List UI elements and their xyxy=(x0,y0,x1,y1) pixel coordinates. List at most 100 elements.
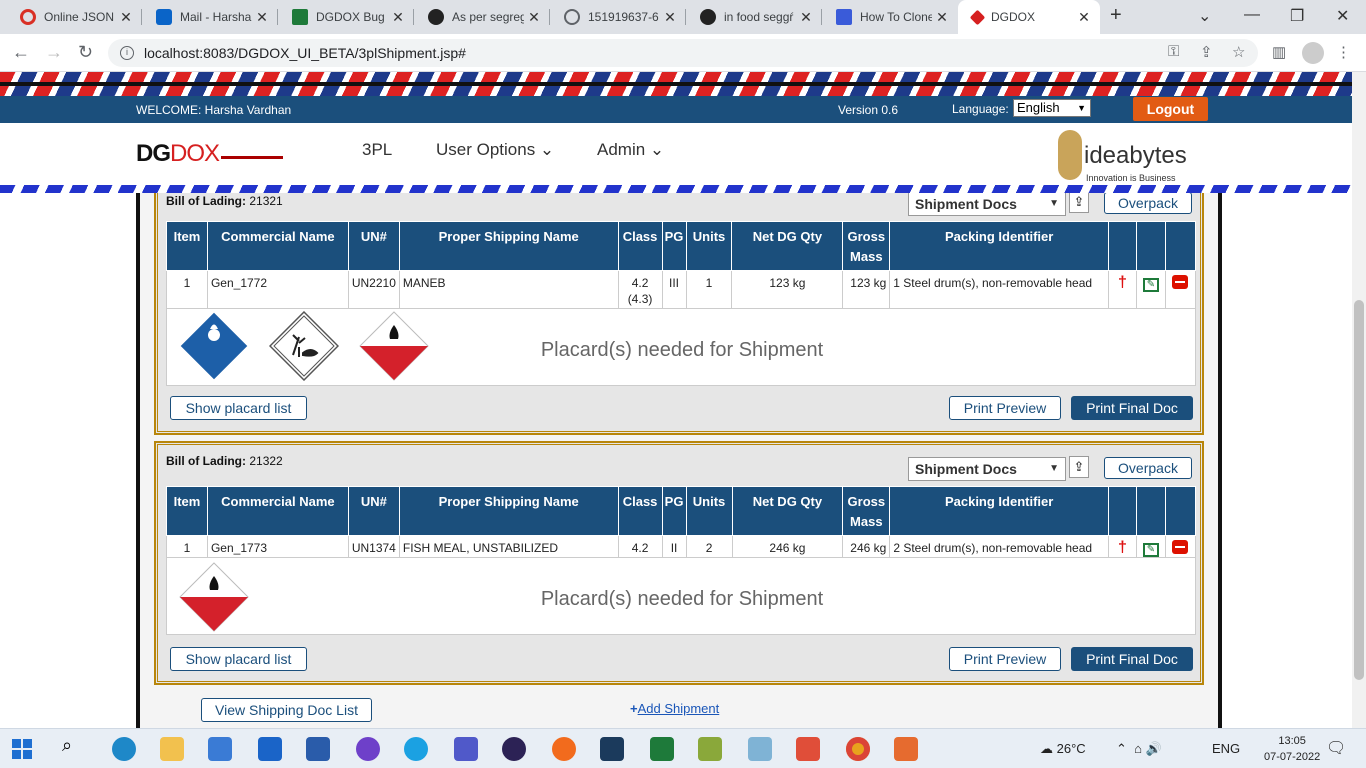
close-icon[interactable]: ✕ xyxy=(252,9,272,26)
sql-server-icon[interactable] xyxy=(600,737,624,761)
tray-icons[interactable]: ⌃ ⌂ 🔊 xyxy=(1116,741,1162,757)
logout-button[interactable]: Logout xyxy=(1133,97,1208,121)
network-icon[interactable]: ⌂ xyxy=(1134,741,1142,756)
forward-icon[interactable]: → xyxy=(45,42,63,63)
dgdox-logo[interactable]: DGDOX xyxy=(136,140,284,168)
git-icon[interactable] xyxy=(796,737,820,761)
chevron-up-icon[interactable]: ⌃ xyxy=(1116,741,1127,756)
upload-icon[interactable]: ⇪ xyxy=(1069,193,1089,213)
browser-tab[interactable]: How To Clone ✕ xyxy=(822,0,958,34)
minimize-icon[interactable]: — xyxy=(1244,6,1260,24)
edge-icon[interactable] xyxy=(112,737,136,761)
word-icon[interactable] xyxy=(306,737,330,761)
col-net-dg-qty: Net DG Qty xyxy=(731,486,844,536)
tab-title: As per segreg xyxy=(452,10,524,24)
close-icon[interactable]: ✕ xyxy=(796,9,816,26)
delete-icon[interactable] xyxy=(1172,540,1189,554)
col-item: Item xyxy=(166,221,208,271)
new-tab-icon[interactable]: + xyxy=(1110,4,1122,27)
browser-tab[interactable]: As per segreg ✕ xyxy=(414,0,550,34)
excel-icon[interactable] xyxy=(650,737,674,761)
menu-user-options[interactable]: User Options ⌄ xyxy=(436,140,554,160)
sidebar-icon[interactable]: ▥ xyxy=(1272,43,1286,61)
close-icon[interactable]: ✕ xyxy=(660,9,680,26)
col-action xyxy=(1135,486,1166,536)
close-window-icon[interactable]: ✕ xyxy=(1336,6,1349,26)
col-gross-mass: Gross Mass xyxy=(842,221,891,271)
reload-icon[interactable]: ↻ xyxy=(78,42,93,63)
restore-icon[interactable]: ❐ xyxy=(1290,6,1304,26)
cell-packing-identifier: 1 Steel drum(s), non-removable head xyxy=(889,270,1109,312)
scrollbar-thumb[interactable] xyxy=(1354,300,1364,680)
share-icon[interactable]: ⇪ xyxy=(1200,43,1213,61)
weather-widget[interactable]: ☁ 26°C xyxy=(1040,741,1086,757)
dagger-icon[interactable]: † xyxy=(1118,539,1127,556)
search-icon[interactable]: ⌕ xyxy=(62,735,86,759)
table-header: Item Commercial Name UN# Proper Shipping… xyxy=(166,486,1197,536)
close-icon[interactable]: ✕ xyxy=(932,9,952,26)
postman-icon[interactable] xyxy=(552,737,576,761)
teams-icon[interactable] xyxy=(454,737,478,761)
key-icon[interactable]: ⚿ xyxy=(1168,43,1179,60)
edit-icon[interactable]: ✎ xyxy=(1142,278,1159,292)
print-final-doc-button[interactable]: Print Final Doc xyxy=(1071,396,1193,420)
browser-tab[interactable]: DGDOX Bug ’ ✕ xyxy=(278,0,414,34)
menu-icon[interactable]: ⋮ xyxy=(1336,43,1351,61)
upload-icon[interactable]: ⇪ xyxy=(1069,456,1089,478)
dagger-icon[interactable]: † xyxy=(1118,274,1127,291)
close-icon[interactable]: ✕ xyxy=(116,9,136,26)
shipment-docs-select[interactable]: Shipment Docs ▼ xyxy=(908,193,1066,216)
print-preview-button[interactable]: Print Preview xyxy=(949,647,1061,671)
print-preview-button[interactable]: Print Preview xyxy=(949,396,1061,420)
tab-search-icon[interactable]: ⌄ xyxy=(1198,6,1211,26)
col-action xyxy=(1135,221,1166,271)
profile-icon[interactable] xyxy=(1302,42,1324,64)
back-icon[interactable]: ← xyxy=(12,42,30,63)
edit-icon[interactable]: ✎ xyxy=(1142,543,1159,557)
close-icon[interactable]: ✕ xyxy=(524,9,544,26)
chevron-down-icon: ▼ xyxy=(1049,463,1059,474)
skype-icon[interactable] xyxy=(404,737,428,761)
browser-tab-active[interactable]: DGDOX ✕ xyxy=(958,0,1100,34)
view-shipping-doc-list-button[interactable]: View Shipping Doc List xyxy=(201,698,372,722)
language-select[interactable]: English ▼ xyxy=(1013,99,1091,117)
java-icon[interactable] xyxy=(894,737,918,761)
overpack-button[interactable]: Overpack xyxy=(1104,193,1192,214)
delete-icon[interactable] xyxy=(1172,275,1189,289)
store-icon[interactable] xyxy=(208,737,232,761)
print-final-doc-button[interactable]: Print Final Doc xyxy=(1071,647,1193,671)
browser-tab[interactable]: Online JSON ’ ✕ xyxy=(6,0,142,34)
url-field[interactable]: i localhost:8083/DGDOX_UI_BETA/3plShipme… xyxy=(108,39,1258,67)
menu-admin[interactable]: Admin ⌄ xyxy=(597,140,664,160)
close-icon[interactable]: ✕ xyxy=(1074,9,1094,26)
input-language[interactable]: ENG xyxy=(1212,741,1240,756)
overpack-button[interactable]: Overpack xyxy=(1104,457,1192,479)
info-icon[interactable]: i xyxy=(120,46,134,60)
mail-icon[interactable] xyxy=(258,737,282,761)
notifications-icon[interactable]: 🗨 xyxy=(1326,738,1346,758)
tab-title: DGDOX Bug ’ xyxy=(316,10,388,24)
github-desktop-icon[interactable] xyxy=(356,737,380,761)
show-placard-list-button[interactable]: Show placard list xyxy=(170,647,307,671)
file-explorer-icon[interactable] xyxy=(160,737,184,761)
browser-tab[interactable]: in food seggŕ ✕ xyxy=(686,0,822,34)
chart-app-icon[interactable] xyxy=(698,737,722,761)
placard-panel: Placard(s) needed for Shipment xyxy=(166,557,1196,635)
notes-icon[interactable] xyxy=(748,737,772,761)
windows-start-icon[interactable] xyxy=(12,739,32,759)
close-icon[interactable]: ✕ xyxy=(388,9,408,26)
menu-3pl[interactable]: 3PL xyxy=(362,140,392,160)
chrome-icon[interactable] xyxy=(846,737,870,761)
show-placard-list-button[interactable]: Show placard list xyxy=(170,396,307,420)
star-icon[interactable]: ☆ xyxy=(1232,43,1245,61)
page-scrollbar[interactable] xyxy=(1352,72,1366,728)
chevron-down-icon: ▼ xyxy=(1049,198,1059,209)
browser-tab[interactable]: Mail - Harsha ✕ xyxy=(142,0,278,34)
eclipse-icon[interactable] xyxy=(502,737,526,761)
volume-icon[interactable]: 🔊 xyxy=(1146,741,1162,756)
col-commercial-name: Commercial Name xyxy=(206,221,349,271)
add-shipment-link[interactable]: +Add Shipment xyxy=(630,701,719,716)
browser-tab[interactable]: 151919637-6 ✕ xyxy=(550,0,686,34)
shipment-docs-select[interactable]: Shipment Docs ▼ xyxy=(908,457,1066,481)
system-clock[interactable]: 13:05 07-07-2022 xyxy=(1264,733,1320,765)
